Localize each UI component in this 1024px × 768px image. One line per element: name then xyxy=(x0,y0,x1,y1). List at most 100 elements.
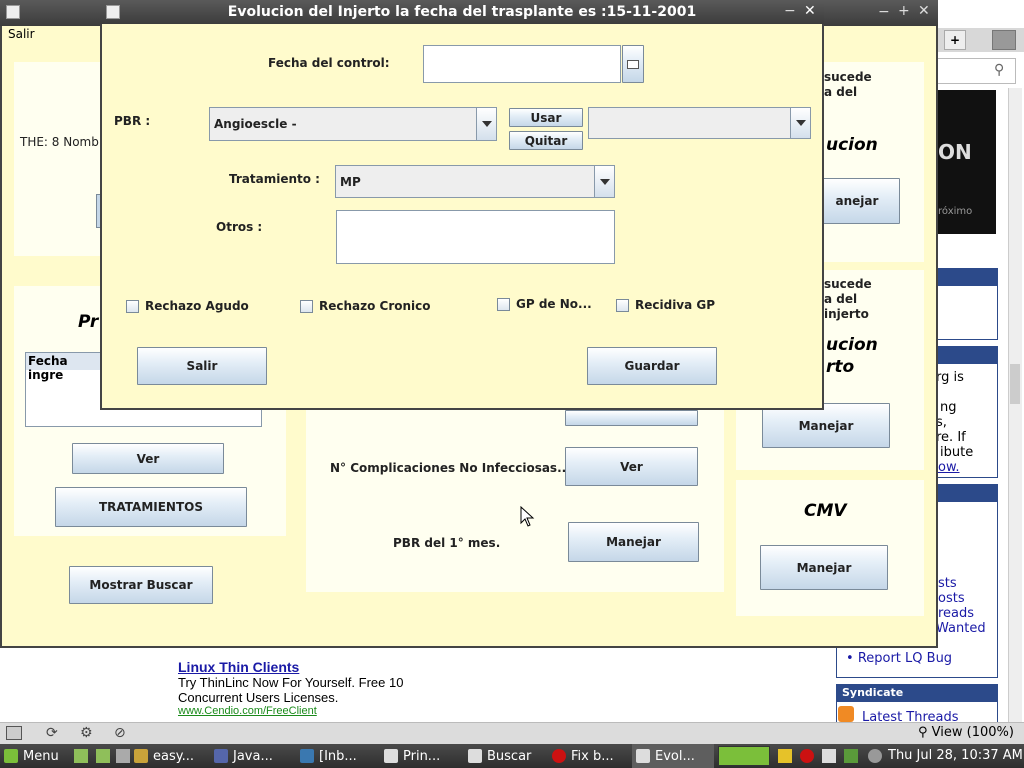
quicklaunch-icon-3[interactable] xyxy=(116,749,130,763)
quicklaunch-icon-2[interactable] xyxy=(96,749,110,763)
task-buscar-label: Buscar xyxy=(487,748,532,764)
report-bug-label[interactable]: Report LQ Bug xyxy=(858,651,952,666)
pbr-selected-dropdown-icon[interactable] xyxy=(790,108,810,138)
main-minimize-icon[interactable]: − xyxy=(878,4,890,20)
calendar-icon xyxy=(627,59,639,69)
tray-network-icon[interactable] xyxy=(868,749,882,763)
task-java[interactable]: Java... xyxy=(210,744,290,768)
tray-update-icon[interactable] xyxy=(844,749,858,763)
ver-center-button[interactable]: Ver xyxy=(565,447,698,486)
evolucion-2b: rto xyxy=(826,357,855,377)
scroll-thumb[interactable] xyxy=(1010,364,1020,404)
mostrar-buscar-button[interactable]: Mostrar Buscar xyxy=(69,566,213,604)
sidebar-toggle-icon[interactable] xyxy=(6,726,22,740)
dialog-close-icon[interactable]: ✕ xyxy=(804,3,816,19)
taskbar-menu[interactable]: Menu xyxy=(0,744,70,768)
rechazo-agudo-box[interactable] xyxy=(126,299,139,313)
tratamientos-button[interactable]: TRATAMIENTOS xyxy=(55,487,247,527)
dialog-salir-button[interactable]: Salir xyxy=(137,347,267,385)
ad-url[interactable]: www.Cendio.com/FreeClient xyxy=(178,705,317,717)
tray-opera-icon[interactable] xyxy=(800,749,814,763)
sidebar-link-1[interactable]: osts xyxy=(938,591,965,606)
ver-left-button[interactable]: Ver xyxy=(72,443,224,474)
clock[interactable]: Thu Jul 28, 10:37 AM xyxy=(888,748,1023,763)
manejar-right-1-button[interactable]: anejar xyxy=(814,178,900,224)
manejar-cmv-button[interactable]: Manejar xyxy=(760,545,888,590)
sidebar-proximo: róximo xyxy=(938,206,973,217)
evolucion-1: ucion xyxy=(826,135,878,155)
task-prin[interactable]: Prin... xyxy=(380,744,460,768)
network-icon[interactable]: ⚙ xyxy=(80,725,93,741)
tab-overview-icon[interactable] xyxy=(992,30,1016,50)
rechazo-agudo-checkbox[interactable]: Rechazo Agudo xyxy=(126,299,249,313)
report-bug-link[interactable]: • Report LQ Bug xyxy=(846,651,952,666)
task-evol[interactable]: Evol... xyxy=(632,744,714,768)
pbr-combo[interactable]: Angioescle - xyxy=(209,107,497,141)
java-app-icon xyxy=(6,5,20,19)
task-easy-label: easy... xyxy=(153,748,194,764)
otros-textarea[interactable] xyxy=(336,210,615,264)
tray-shield-icon[interactable] xyxy=(822,749,836,763)
tray-notes-icon[interactable] xyxy=(778,749,792,763)
sidebar-link-2[interactable]: reads xyxy=(938,606,974,621)
pbr-dropdown-icon[interactable] xyxy=(476,108,496,140)
evolucion-2: ucion xyxy=(826,335,878,355)
main-close-icon[interactable]: ✕ xyxy=(918,3,930,19)
task-prin-label: Prin... xyxy=(403,748,441,764)
gp-de-novo-box[interactable] xyxy=(497,297,510,311)
otros-label: Otros : xyxy=(216,220,263,234)
task-fix[interactable]: Fix b... xyxy=(548,744,628,768)
calendar-button[interactable] xyxy=(622,45,644,83)
pbr-selected-combo[interactable] xyxy=(588,107,811,139)
fecha-control-field[interactable] xyxy=(423,45,621,83)
ad-line-2: Concurrent Users Licenses. xyxy=(178,690,339,705)
quitar-button[interactable]: Quitar xyxy=(509,131,583,150)
block-icon[interactable]: ⊘ xyxy=(114,725,126,741)
rechazo-cronico-checkbox[interactable]: Rechazo Cronico xyxy=(300,299,431,313)
tratamiento-combo[interactable]: MP xyxy=(335,165,615,198)
java-window-icon-1 xyxy=(384,749,398,763)
ad-line-1: Try ThinLinc Now For Yourself. Free 10 xyxy=(178,675,404,690)
sidebar-box-2-header xyxy=(936,346,998,364)
zoom-indicator[interactable]: ⚲ View (100%) xyxy=(918,725,1014,740)
task-evol-label: Evol... xyxy=(655,748,695,764)
tratamiento-value: MP xyxy=(340,174,361,189)
pbr-combo-value: Angioescle - xyxy=(214,117,297,131)
tratamiento-dropdown-icon[interactable] xyxy=(594,166,614,197)
pbr-label: PBR : xyxy=(114,114,151,128)
sucede-2c: injerto xyxy=(824,307,869,321)
taskbar-menu-label: Menu xyxy=(23,748,59,764)
browser-statusbar xyxy=(0,722,1024,744)
new-tab-button[interactable]: + xyxy=(944,30,966,50)
task-inbox[interactable]: [Inb... xyxy=(296,744,374,768)
rechazo-cronico-box[interactable] xyxy=(300,299,313,313)
main-maximize-icon[interactable]: + xyxy=(898,3,910,19)
java-window-icon-3 xyxy=(636,749,650,763)
quicklaunch-icon-1[interactable] xyxy=(74,749,88,763)
recidiva-gp-box[interactable] xyxy=(616,298,629,312)
table-header[interactable]: Fecha ingre xyxy=(26,353,106,382)
sidebar-text-1: ng xyxy=(940,400,957,415)
workspace-switcher[interactable] xyxy=(718,746,770,766)
recidiva-gp-checkbox[interactable]: Recidiva GP xyxy=(616,298,715,312)
dialog-guardar-button[interactable]: Guardar xyxy=(587,347,717,385)
manejar-center-button[interactable]: Manejar xyxy=(568,522,699,562)
search-icon[interactable]: ⚲ xyxy=(994,62,1004,78)
dialog-minimize-icon[interactable]: − xyxy=(784,3,796,19)
ad-title[interactable]: Linux Thin Clients xyxy=(178,659,299,675)
center-panel xyxy=(306,410,724,592)
mouse-cursor-icon xyxy=(520,506,535,527)
sync-icon[interactable]: ⟳ xyxy=(46,725,58,741)
hidden-center-button[interactable] xyxy=(565,410,698,426)
sidebar-link-0[interactable]: sts xyxy=(938,576,957,591)
sidebar-box-3-header xyxy=(936,484,998,502)
menu-salir[interactable]: Salir xyxy=(8,27,35,41)
browser-scrollbar[interactable] xyxy=(1008,88,1022,722)
sidebar-link-3[interactable]: Wanted xyxy=(936,621,986,636)
gp-de-novo-checkbox[interactable]: GP de No... xyxy=(497,297,592,311)
usar-button[interactable]: Usar xyxy=(509,108,583,127)
sidebar-text-5[interactable]: ow. xyxy=(938,460,960,475)
task-buscar[interactable]: Buscar xyxy=(464,744,544,768)
task-easy[interactable]: easy... xyxy=(130,744,208,768)
sucede-2b: a del xyxy=(824,292,858,306)
